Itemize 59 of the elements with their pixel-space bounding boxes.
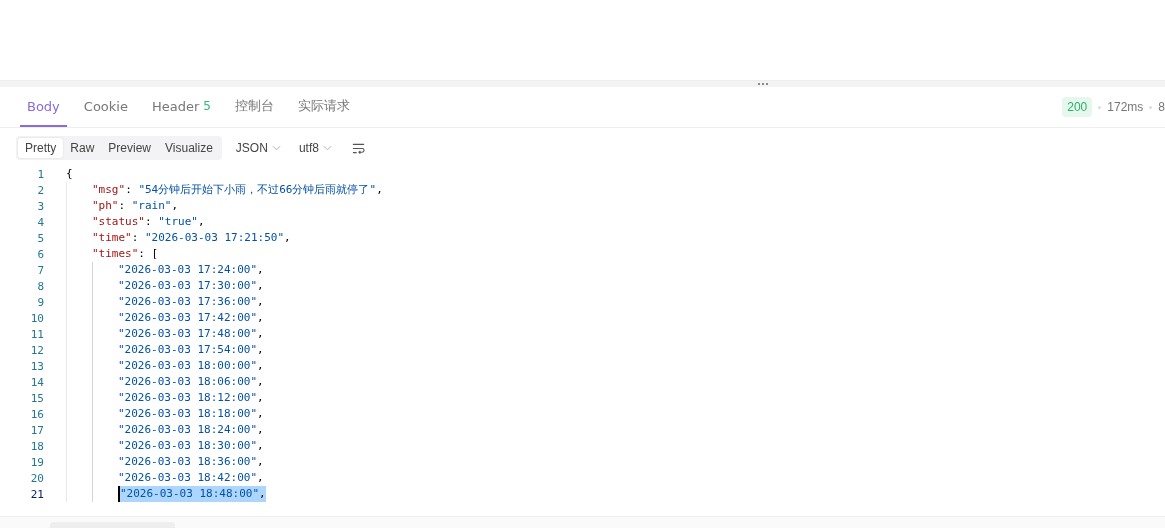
- line-number: 19: [29, 455, 45, 469]
- code-line: "2026-03-03 18:18:00",: [118, 406, 264, 422]
- code-line: "status": "true",: [92, 214, 205, 230]
- line-number: 17: [29, 423, 45, 437]
- line-number: 13: [29, 359, 45, 373]
- line-number: 20: [29, 471, 45, 485]
- line-number: 18: [29, 439, 45, 453]
- line-number: 9: [36, 295, 45, 309]
- code-line: "time": "2026-03-03 17:21:50",: [92, 230, 291, 246]
- line-number: 10: [29, 311, 45, 325]
- line-number: 14: [29, 375, 45, 389]
- response-tab[interactable]: Cookie: [76, 87, 135, 127]
- response-time: 172ms: [1107, 100, 1144, 114]
- line-number: 4: [36, 215, 45, 229]
- line-number: 1: [36, 167, 45, 181]
- view-mode-button[interactable]: Raw: [63, 138, 102, 158]
- caret-icon: [271, 145, 281, 151]
- response-tab[interactable]: 控制台: [227, 87, 281, 127]
- code-line: "2026-03-03 17:24:00",: [118, 262, 264, 278]
- code-line: "2026-03-03 17:30:00",: [118, 278, 264, 294]
- code-line: "ph": "rain",: [92, 198, 179, 214]
- code-line: "2026-03-03 18:24:00",: [118, 422, 264, 438]
- response-tab[interactable]: Header 5: [144, 87, 218, 127]
- response-tab[interactable]: 实际请求: [290, 87, 357, 127]
- line-number: 8: [36, 279, 45, 293]
- code-line: "2026-03-03 17:54:00",: [118, 342, 264, 358]
- format-dropdown[interactable]: JSON: [231, 138, 285, 158]
- code-line: {: [66, 166, 73, 182]
- code-line: "2026-03-03 17:48:00",: [118, 326, 264, 342]
- code-line: "2026-03-03 18:00:00",: [118, 358, 264, 374]
- code-line: "2026-03-03 18:30:00",: [118, 438, 264, 454]
- line-number: 12: [29, 343, 45, 357]
- line-number: 2: [36, 183, 45, 197]
- code-line: "msg": "54分钟后开始下小雨，不过66分钟后雨就停了",: [92, 182, 383, 198]
- view-mode-button[interactable]: Visualize: [158, 138, 220, 158]
- view-mode-button[interactable]: Pretty: [18, 138, 64, 158]
- code-line: "2026-03-03 18:36:00",: [118, 454, 264, 470]
- status-code-badge: 200: [1062, 97, 1093, 117]
- code-line: "2026-03-03 17:42:00",: [118, 310, 264, 326]
- line-number: 5: [36, 231, 45, 245]
- view-mode-button[interactable]: Preview: [101, 138, 159, 158]
- caret-icon: [322, 145, 332, 151]
- response-size: 8: [1158, 100, 1165, 114]
- word-wrap-icon[interactable]: [351, 142, 365, 154]
- line-number: 6: [36, 247, 45, 261]
- line-number: 21: [29, 487, 45, 501]
- code-line: "2026-03-03 18:06:00",: [118, 374, 264, 390]
- line-number: 3: [36, 199, 45, 213]
- line-number: 7: [36, 263, 45, 277]
- response-tab[interactable]: Body: [20, 87, 67, 127]
- line-number: 11: [29, 327, 45, 341]
- code-line: "2026-03-03 18:12:00",: [118, 390, 264, 406]
- code-line: "2026-03-03 18:42:00",: [118, 470, 264, 486]
- encoding-dropdown[interactable]: utf8: [294, 138, 336, 158]
- code-line: "2026-03-03 17:36:00",: [118, 294, 264, 310]
- code-line: "times": [: [92, 246, 159, 262]
- line-number: 15: [29, 391, 45, 405]
- header-count: 5: [203, 99, 211, 113]
- line-number: 16: [29, 407, 45, 421]
